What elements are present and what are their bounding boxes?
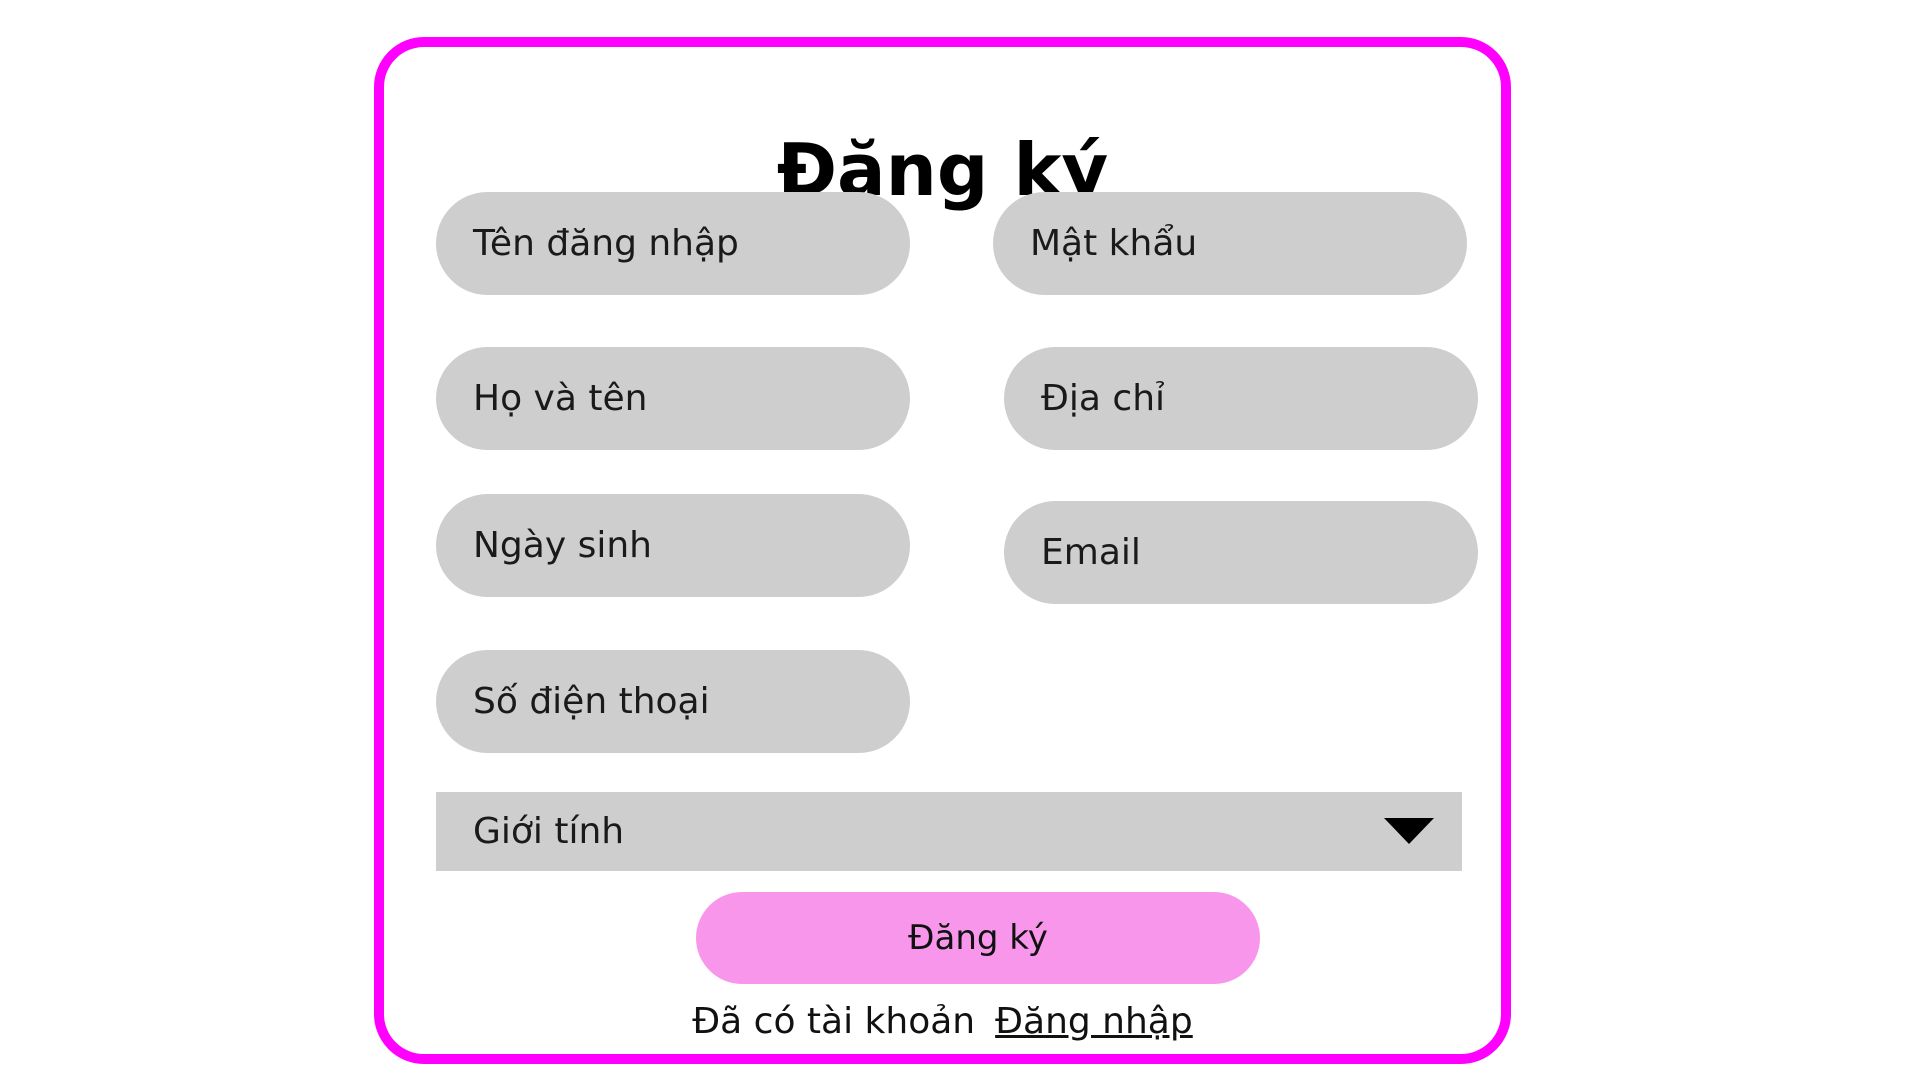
register-card: Đăng ký Tên đăng nhập Mật khẩu Họ và tên… [374, 37, 1511, 1064]
login-link[interactable]: Đăng nhập [995, 1001, 1193, 1042]
footer-prompt: Đã có tài khoản [692, 1001, 976, 1042]
footer: Đã có tài khoản Đăng nhập [384, 997, 1501, 1047]
chevron-down-icon[interactable] [1384, 818, 1434, 844]
address-field[interactable]: Địa chỉ [1004, 347, 1478, 450]
gender-select-label: Giới tính [473, 811, 625, 852]
username-field[interactable]: Tên đăng nhập [436, 192, 910, 295]
register-button[interactable]: Đăng ký [696, 892, 1260, 984]
gender-select[interactable]: Giới tính [436, 792, 1462, 871]
birthday-field[interactable]: Ngày sinh [436, 494, 910, 597]
fullname-field[interactable]: Họ và tên [436, 347, 910, 450]
password-field[interactable]: Mật khẩu [993, 192, 1467, 295]
phone-field[interactable]: Số điện thoại [436, 650, 910, 753]
email-field[interactable]: Email [1004, 501, 1478, 604]
